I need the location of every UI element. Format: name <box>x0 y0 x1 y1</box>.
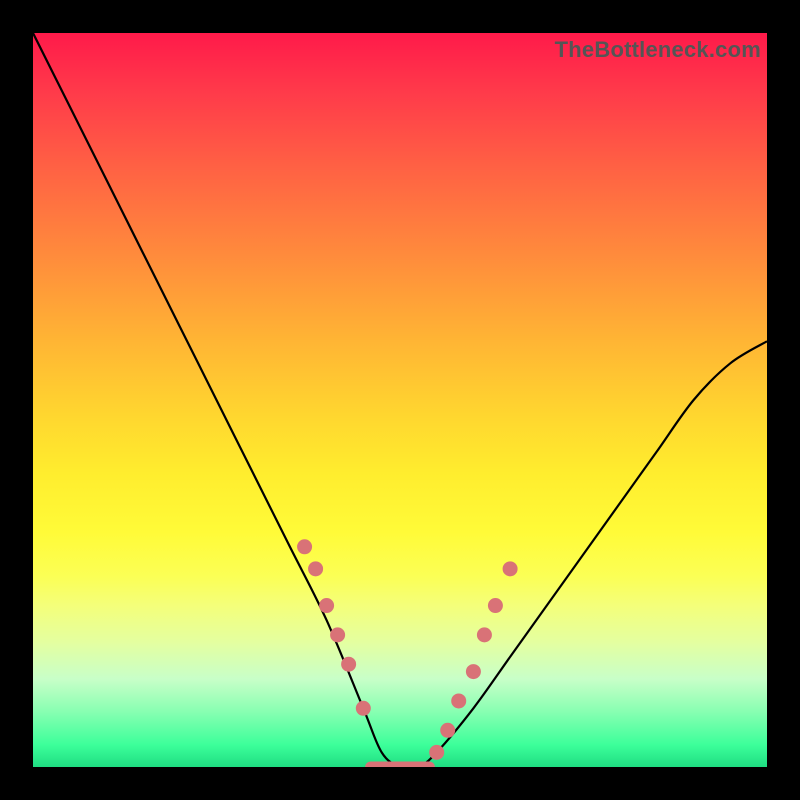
bottleneck-curve <box>33 33 767 767</box>
marker-dot <box>466 664 481 679</box>
marker-dot <box>488 598 503 613</box>
curve-layer <box>33 33 767 767</box>
chart-frame: TheBottleneck.com <box>0 0 800 800</box>
marker-dot <box>297 539 312 554</box>
marker-dot <box>429 745 444 760</box>
marker-group <box>297 539 518 767</box>
marker-dot <box>451 693 466 708</box>
marker-dot <box>356 701 371 716</box>
plot-area: TheBottleneck.com <box>33 33 767 767</box>
marker-dot <box>503 561 518 576</box>
marker-dot <box>341 657 356 672</box>
marker-dot <box>308 561 323 576</box>
marker-dot <box>330 627 345 642</box>
marker-dot <box>440 723 455 738</box>
watermark-text: TheBottleneck.com <box>555 37 761 63</box>
marker-dot <box>477 627 492 642</box>
marker-dot <box>319 598 334 613</box>
